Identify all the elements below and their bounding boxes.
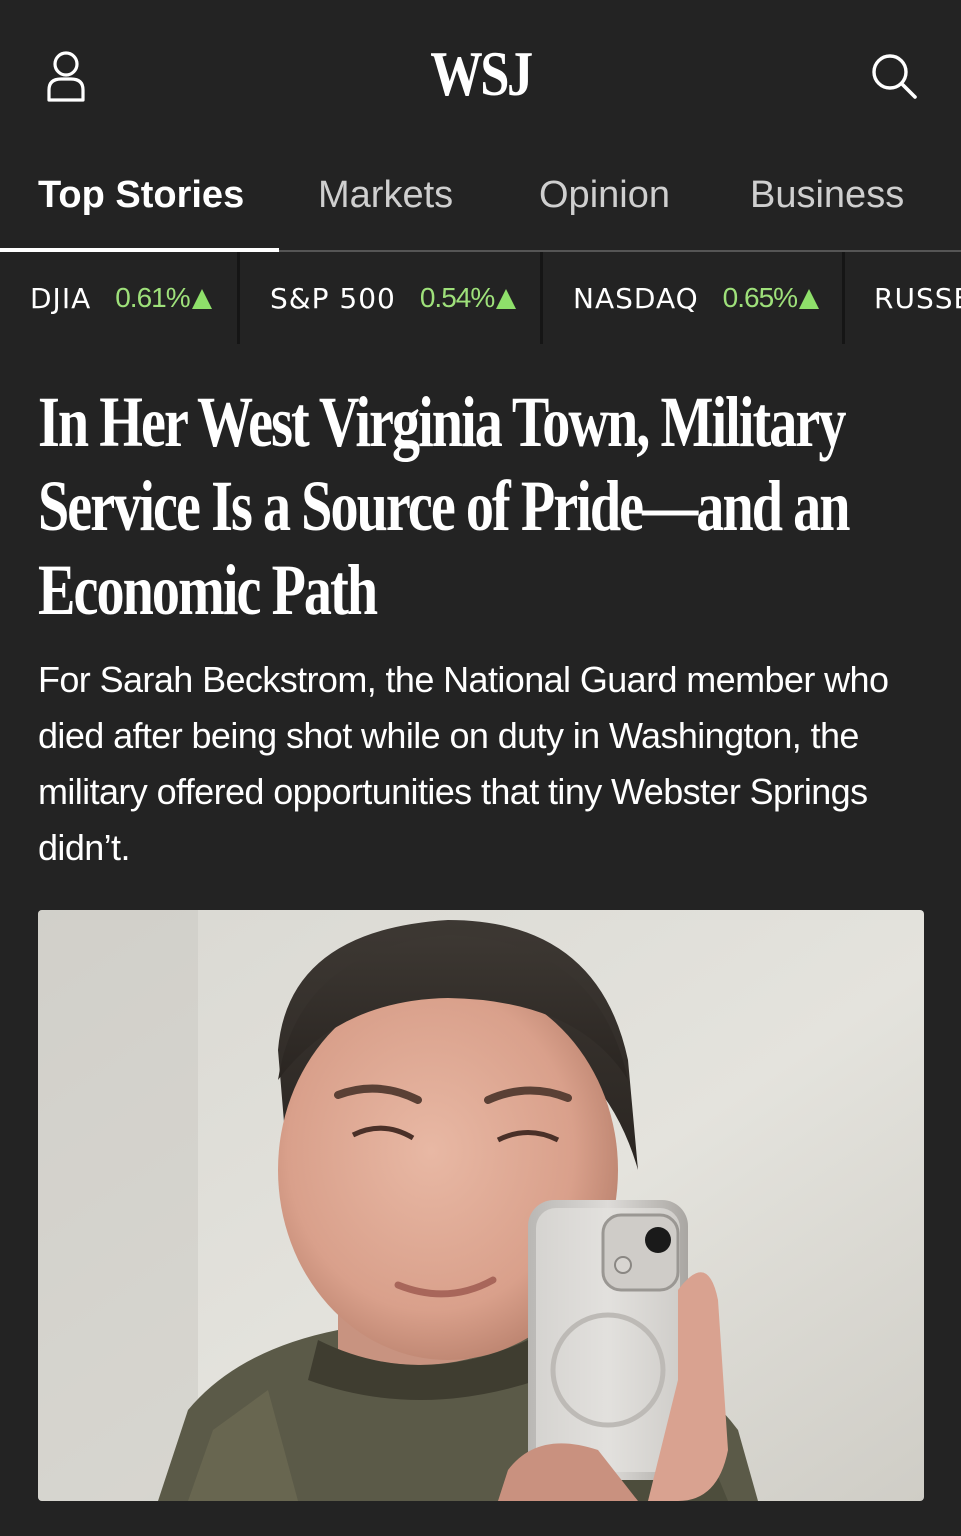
ticker-sp500[interactable]: S&P 500 0.54%: [270, 252, 517, 344]
ticker-name: RUSSE: [874, 281, 961, 315]
top-bar: WSJ: [0, 0, 961, 150]
section-tabs: Top Stories Markets Opinion Business: [0, 150, 961, 252]
ticker-djia[interactable]: DJIA 0.61%: [30, 252, 212, 344]
ticker-name: DJIA: [30, 281, 92, 315]
search-button[interactable]: [866, 46, 922, 106]
headline-text: In Her West Virginia Town, Military Serv…: [38, 382, 850, 630]
ticker-change: 0.54%: [419, 282, 495, 313]
ticker-change: 0.65%: [722, 282, 798, 313]
ticker-divider: [842, 252, 845, 344]
article-summary: For Sarah Beckstrom, the National Guard …: [38, 659, 889, 868]
market-ticker: DJIA 0.61% S&P 500 0.54% NASDAQ 0.65% RU…: [0, 252, 961, 344]
article-headline[interactable]: In Her West Virginia Town, Military Serv…: [38, 380, 938, 632]
search-icon: [872, 54, 917, 99]
ticker-nasdaq[interactable]: NASDAQ 0.65%: [573, 252, 820, 344]
ticker-change: 0.61%: [115, 282, 190, 313]
ticker-name: S&P 500: [270, 281, 396, 315]
ticker-name: NASDAQ: [573, 281, 699, 315]
arrow-up-icon: [191, 289, 212, 309]
tab-markets[interactable]: Markets: [318, 174, 453, 217]
arrow-up-icon: [496, 289, 517, 309]
arrow-up-icon: [799, 289, 820, 309]
tab-opinion[interactable]: Opinion: [539, 174, 670, 217]
ticker-divider: [540, 252, 543, 344]
user-icon: [47, 51, 85, 102]
tab-top-stories[interactable]: Top Stories: [38, 174, 244, 217]
ticker-divider: [237, 252, 240, 344]
article-photo-image: [38, 910, 924, 1501]
wsj-logo[interactable]: WSJ: [86, 38, 874, 110]
tab-business[interactable]: Business: [750, 174, 904, 217]
ticker-russell[interactable]: RUSSE: [874, 252, 961, 344]
article-photo[interactable]: [38, 910, 924, 1501]
